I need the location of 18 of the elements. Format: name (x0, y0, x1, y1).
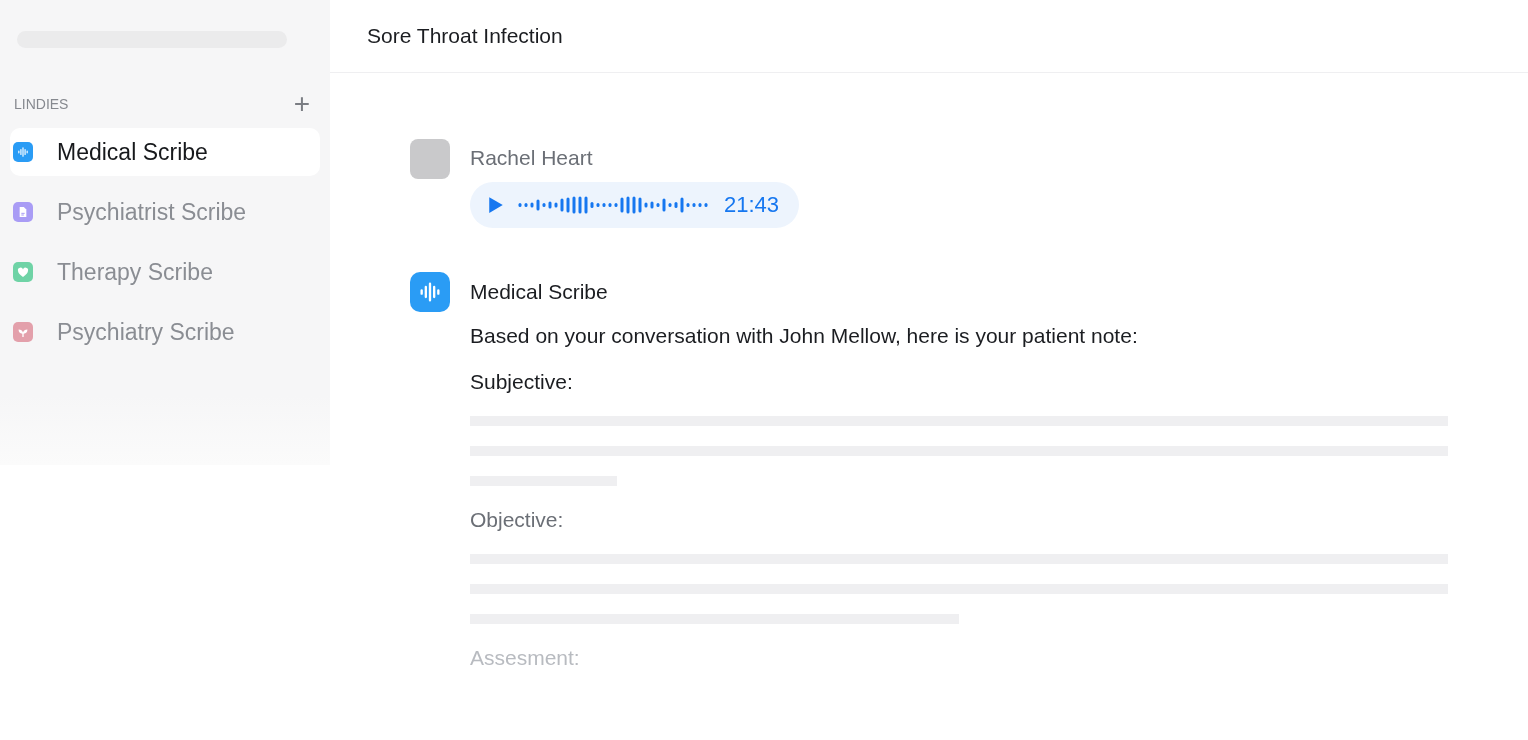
author-name: Rachel Heart (470, 146, 594, 170)
waveform-icon (410, 272, 450, 312)
sidebar-item[interactable]: Psychiatry Scribe (10, 308, 320, 356)
add-button[interactable]: + (283, 92, 320, 116)
voice-duration: 21:43 (724, 192, 780, 218)
conversation-title: Sore Throat Infection (367, 24, 563, 48)
section-heading: Subjective: (470, 370, 574, 394)
sidebar-item[interactable]: Psychiatrist Scribe (10, 188, 320, 236)
sidebar-item[interactable]: Therapy Scribe (10, 248, 320, 296)
author-name: Medical Scribe (470, 280, 609, 304)
section-heading: Assesment: (470, 646, 581, 670)
sidebar-item[interactable]: Medical Scribe (10, 128, 320, 176)
play-icon[interactable] (488, 196, 504, 214)
section-label: LINDIES (14, 96, 69, 112)
avatar-photo-placeholder (410, 139, 450, 179)
note-intro: Based on your conversation with John Mellow, here is your patient note: (470, 324, 1139, 348)
voice-message[interactable]: 21:43 (470, 182, 800, 228)
section-heading: Objective: (470, 508, 565, 532)
